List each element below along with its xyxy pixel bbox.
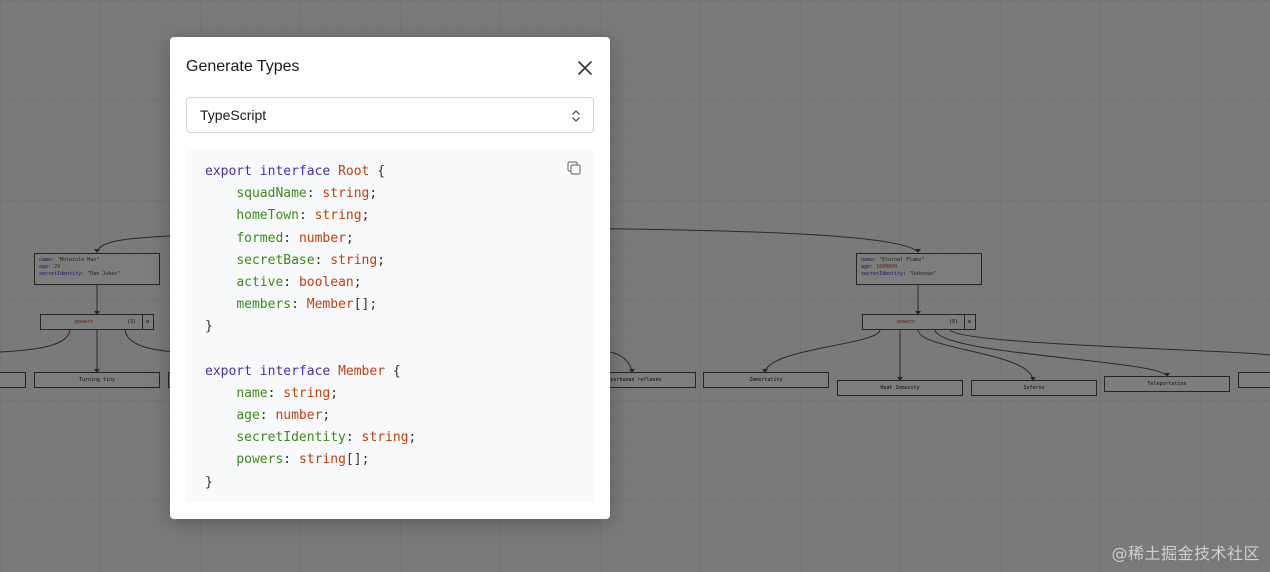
interface-keyword: export interface [205,363,331,379]
interface-field: age: number; [236,408,331,424]
watermark: @稀土掘金技术社区 [1111,544,1260,563]
close-icon [578,61,592,75]
field-type: string [283,385,331,401]
interface-keyword: export interface [205,164,331,179]
field-type: string [361,430,409,446]
interface-declaration: export interface Root { [205,164,386,179]
code-block[interactable]: export interface Root { squadName: strin… [186,149,594,502]
interface-field: secretIdentity: string; [236,430,417,446]
interface-name: Member [338,363,386,379]
field-type: number [298,230,346,246]
field-name: powers [236,452,284,468]
field-type: number [275,408,323,424]
interface-close: } [205,319,213,335]
interface-field: active: boolean; [236,274,362,290]
field-name: active [236,274,284,290]
interface-field: homeTown: string; [236,208,370,224]
field-type: string [322,186,370,202]
field-type: boolean [298,274,354,290]
interface-field: formed: number; [236,230,354,246]
generate-types-modal: Generate Types TypeScript export interfa… [170,37,610,519]
field-name: squadName [236,186,307,202]
interface-field: secretBase: string; [236,252,386,268]
field-type: string [298,452,346,468]
field-name: members [236,297,292,313]
field-name: formed [236,230,284,246]
interface-field: name: string; [236,385,339,401]
copy-button[interactable] [566,160,582,176]
field-name: secretIdentity [236,430,346,446]
copy-icon [567,161,581,175]
close-button[interactable] [574,57,596,79]
interface-field: members: Member[]; [236,297,378,313]
field-name: name [236,385,268,401]
field-name: secretBase [236,252,315,268]
language-select[interactable]: TypeScript [186,97,594,133]
interface-declaration: export interface Member { [205,363,401,379]
field-name: homeTown [236,208,299,224]
interface-field: squadName: string; [236,186,378,202]
language-select-value: TypeScript [200,107,267,123]
field-type: Member [306,297,354,313]
interface-field: powers: string[]; [236,452,370,468]
field-type: string [314,208,362,224]
field-type: string [330,252,378,268]
interface-close: } [205,474,213,490]
modal-title: Generate Types [186,58,300,75]
field-name: age [236,408,260,424]
interface-name: Root [338,164,370,179]
chevron-up-down-icon [572,110,580,122]
